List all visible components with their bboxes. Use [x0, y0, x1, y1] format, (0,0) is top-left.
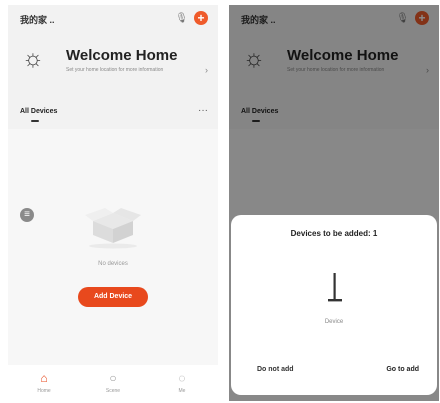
do-not-add-button[interactable]: Do not add	[257, 366, 294, 373]
welcome-title: Welcome Home	[66, 47, 178, 64]
dialog-title: Devices to be added: 1	[290, 229, 378, 238]
nav-me[interactable]: ◌ Me	[162, 371, 202, 394]
home-selector[interactable]: 我的家 ..	[20, 13, 55, 26]
tab-indicator	[31, 120, 39, 122]
chevron-right-icon[interactable]: ›	[205, 65, 208, 75]
nav-label-scene: Scene	[105, 388, 121, 394]
bottom-nav: ⌂ Home ○ Scene ◌ Me	[8, 365, 218, 401]
weather-card[interactable]: ☼ Welcome Home Set your home location fo…	[20, 43, 210, 93]
right-phone-screen: 我的家 .. 🎙 + ☼ Welcome Home Set your home …	[229, 5, 439, 401]
add-device-button[interactable]: Add Device	[78, 287, 148, 307]
nav-scene[interactable]: ○ Scene	[93, 371, 133, 394]
empty-state-text: No devices	[98, 261, 128, 267]
welcome-subtitle: Set your home location for more informat…	[66, 67, 164, 73]
left-phone-screen: 我的家 .. 🎙 + ☼ Welcome Home Set your home …	[8, 5, 218, 401]
go-to-add-button[interactable]: Go to add	[386, 366, 419, 373]
device-tabs: All Devices ···	[20, 105, 208, 128]
mic-icon[interactable]: 🎙	[175, 13, 188, 24]
scene-icon: ○	[109, 371, 117, 385]
home-icon: ⌂	[40, 371, 48, 385]
nav-label-home: Home	[37, 388, 51, 394]
me-icon: ◌	[178, 371, 186, 385]
sun-icon: ☼	[22, 45, 44, 72]
device-name: Device	[324, 319, 344, 325]
device-list-area: ≡ No devices Add Device	[8, 129, 218, 365]
nav-home[interactable]: ⌂ Home	[24, 371, 64, 394]
more-icon[interactable]: ···	[198, 105, 208, 116]
device-plug-icon	[328, 273, 342, 302]
top-bar: 我的家 .. 🎙 +	[20, 11, 208, 29]
tab-all-devices[interactable]: All Devices	[20, 108, 57, 115]
add-devices-dialog: Devices to be added: 1 Device Do not add…	[231, 215, 437, 395]
plus-icon[interactable]: +	[194, 11, 208, 25]
nav-label-me: Me	[178, 388, 186, 394]
side-menu-button[interactable]: ≡	[20, 208, 34, 222]
empty-box-illustration	[85, 208, 141, 249]
